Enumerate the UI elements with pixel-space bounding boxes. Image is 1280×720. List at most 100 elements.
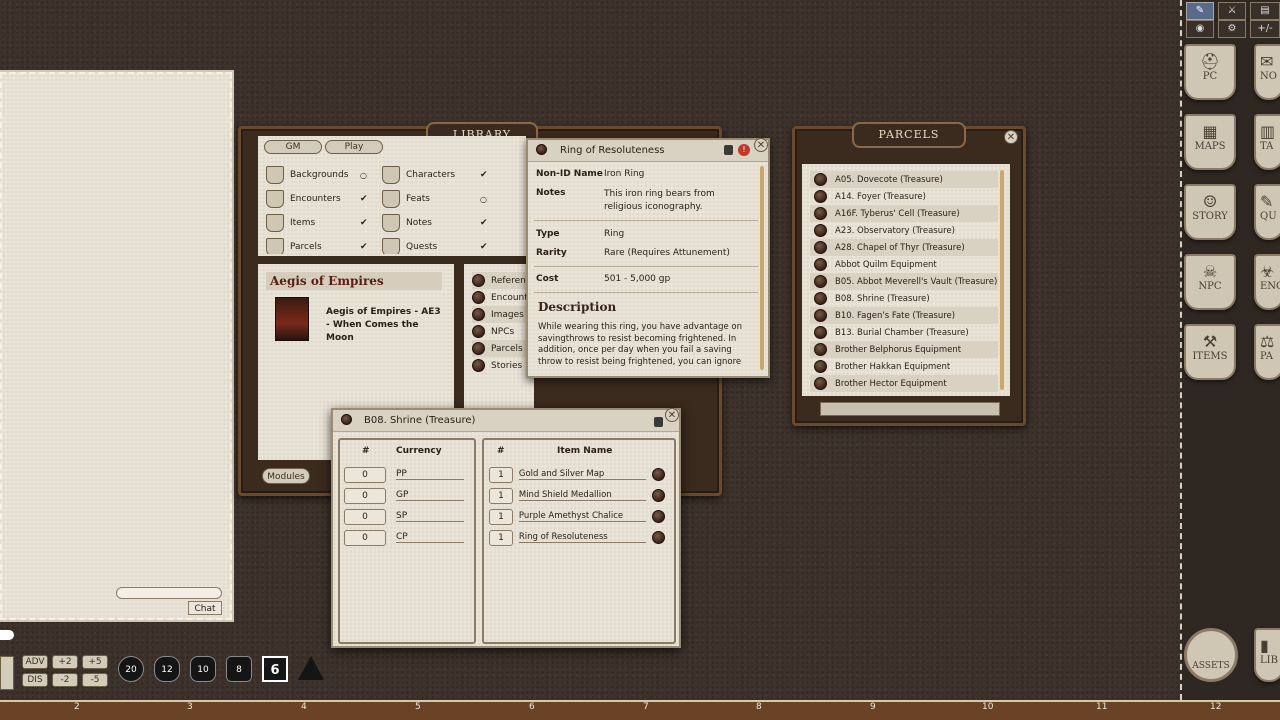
- parcels-close-button[interactable]: ✕: [1004, 130, 1018, 144]
- sidebar-story-button[interactable]: ☺ STORY: [1184, 184, 1236, 240]
- section-reference[interactable]: Reference: [472, 272, 532, 289]
- sidebar-items-button[interactable]: ⚒ ITEMS: [1184, 324, 1236, 380]
- item-qty-input[interactable]: 1: [489, 529, 513, 546]
- sidebar-quests-button[interactable]: ✎ QU: [1254, 184, 1280, 240]
- category-notes[interactable]: Notes ✔: [382, 214, 512, 232]
- checkbox[interactable]: ○: [480, 195, 487, 204]
- item-link-icon[interactable]: [652, 489, 665, 502]
- module-name[interactable]: Aegis of Empires - AE3 - When Comes the …: [326, 306, 444, 345]
- item-name[interactable]: Ring of Resoluteness: [518, 532, 646, 543]
- parcel-detail-close-button[interactable]: ✕: [665, 408, 679, 422]
- sidebar-parcels-button[interactable]: ⚖ PA: [1254, 324, 1280, 380]
- category-backgrounds[interactable]: Backgrounds ○: [266, 166, 382, 184]
- currency-qty-input[interactable]: 0: [344, 466, 386, 483]
- currency-name[interactable]: PP: [396, 469, 464, 480]
- section-stories[interactable]: Stories: [472, 357, 532, 374]
- library-button[interactable]: ▮ LIB: [1254, 628, 1280, 682]
- hotkey-slot-label[interactable]: 4: [301, 702, 307, 712]
- hotkey-slot-label[interactable]: 7: [643, 702, 649, 712]
- currency-name[interactable]: GP: [396, 490, 464, 501]
- hotkey-slot-label[interactable]: 8: [756, 702, 762, 712]
- item-nonid-value[interactable]: Iron Ring: [604, 169, 644, 179]
- chat-tab[interactable]: Chat: [188, 601, 222, 615]
- checkbox[interactable]: ✔: [480, 218, 488, 228]
- minus2-button[interactable]: -2: [52, 673, 78, 687]
- hotkey-slot-label[interactable]: 5: [415, 702, 421, 712]
- category-feats[interactable]: Feats ○: [382, 190, 512, 208]
- d6-icon[interactable]: 6: [262, 656, 288, 682]
- parcel-item[interactable]: A05. Dovecote (Treasure): [810, 171, 998, 188]
- parcel-item[interactable]: Abbot Quilm Equipment: [810, 256, 998, 273]
- modules-button[interactable]: Modules: [262, 468, 310, 484]
- parcel-item[interactable]: Brother Belphorus Equipment: [810, 341, 998, 358]
- parcel-item[interactable]: B05. Abbot Meverell's Vault (Treasure): [810, 273, 998, 290]
- category-parcels[interactable]: Parcels ✔: [266, 238, 382, 254]
- category-quests[interactable]: Quests ✔: [382, 238, 512, 254]
- camera-icon[interactable]: ◉: [1186, 20, 1214, 38]
- sidebar-notes-button[interactable]: ✉ NO: [1254, 44, 1280, 100]
- category-items[interactable]: Items ✔: [266, 214, 382, 232]
- hotkey-slot-label[interactable]: 2: [74, 702, 80, 712]
- modifier-toggle-button[interactable]: +/-: [1250, 20, 1280, 38]
- item-scrollbar[interactable]: [760, 166, 764, 370]
- parcel-item[interactable]: A14. Foyer (Treasure): [810, 188, 998, 205]
- item-name[interactable]: Gold and Silver Map: [518, 469, 646, 480]
- modifier-box[interactable]: [0, 656, 14, 690]
- parcel-item[interactable]: Brother Hector Equipment: [810, 375, 998, 392]
- item-description-text[interactable]: While wearing this ring, you have advant…: [538, 322, 756, 368]
- item-link-icon[interactable]: [652, 531, 665, 544]
- hotkey-slot-label[interactable]: 10: [982, 702, 993, 712]
- play-toggle[interactable]: Play: [325, 140, 383, 154]
- d20-icon[interactable]: 20: [118, 656, 144, 682]
- id-toggle-icon[interactable]: !: [738, 144, 750, 156]
- gm-toggle[interactable]: GM: [264, 140, 322, 154]
- section-parcels[interactable]: Parcels: [472, 340, 532, 357]
- hotkey-slot-label[interactable]: 9: [870, 702, 876, 712]
- checkbox[interactable]: ✔: [360, 242, 368, 252]
- minus5-button[interactable]: -5: [82, 673, 108, 687]
- chat-input[interactable]: [116, 587, 222, 599]
- currency-qty-input[interactable]: 0: [344, 508, 386, 525]
- checkbox[interactable]: ✔: [360, 194, 368, 204]
- currency-name[interactable]: CP: [396, 532, 464, 543]
- parcel-item[interactable]: A23. Observatory (Treasure): [810, 222, 998, 239]
- hotkey-slot-label[interactable]: 11: [1096, 702, 1107, 712]
- checkbox[interactable]: ○: [360, 171, 367, 180]
- item-notes-value[interactable]: This iron ring bears from religious icon…: [604, 188, 754, 214]
- lock-icon[interactable]: [724, 145, 733, 155]
- module-cover-image[interactable]: [275, 297, 309, 341]
- hotkey-slot-label[interactable]: 3: [187, 702, 193, 712]
- parcel-item[interactable]: B08. Shrine (Treasure): [810, 290, 998, 307]
- section-encounters[interactable]: Encounters: [472, 289, 532, 306]
- item-type-value[interactable]: Ring: [604, 229, 624, 239]
- item-link-icon[interactable]: [536, 144, 547, 155]
- currency-qty-input[interactable]: 0: [344, 529, 386, 546]
- sidebar-maps-button[interactable]: ▦ MAPS: [1184, 114, 1236, 170]
- assets-button[interactable]: ASSETS: [1184, 628, 1238, 682]
- sidebar-tables-button[interactable]: ▥ TA: [1254, 114, 1280, 170]
- currency-name[interactable]: SP: [396, 511, 464, 522]
- hotkey-slot-label[interactable]: 6: [529, 702, 535, 712]
- disadvantage-button[interactable]: DIS: [22, 673, 48, 687]
- sidebar-pc-button[interactable]: ⛑ PC: [1184, 44, 1236, 100]
- d12-icon[interactable]: 12: [154, 656, 180, 682]
- dice-tower-icon[interactable]: ▤: [1250, 2, 1280, 20]
- chat-entry-bar[interactable]: [0, 630, 14, 640]
- item-name[interactable]: Purple Amethyst Chalice: [518, 511, 646, 522]
- plus5-button[interactable]: +5: [82, 655, 108, 669]
- sidebar-npc-button[interactable]: ☠ NPC: [1184, 254, 1236, 310]
- parcel-item[interactable]: B10. Fagen's Fate (Treasure): [810, 307, 998, 324]
- checkbox[interactable]: ✔: [480, 242, 488, 252]
- crossed-swords-icon[interactable]: ⚔: [1218, 2, 1246, 20]
- d4-icon[interactable]: [298, 656, 324, 680]
- section-images[interactable]: Images: [472, 306, 532, 323]
- parcel-item[interactable]: A28. Chapel of Thyr (Treasure): [810, 239, 998, 256]
- category-characters[interactable]: Characters ✔: [382, 166, 512, 184]
- item-cost-value[interactable]: 501 - 5,000 gp: [604, 274, 670, 284]
- advantage-button[interactable]: ADV: [22, 655, 48, 669]
- item-qty-input[interactable]: 1: [489, 487, 513, 504]
- parcels-scrollbar[interactable]: [1000, 170, 1004, 390]
- item-qty-input[interactable]: 1: [489, 466, 513, 483]
- item-rarity-value[interactable]: Rare (Requires Attunement): [604, 248, 730, 258]
- parcel-link-icon[interactable]: [341, 414, 352, 425]
